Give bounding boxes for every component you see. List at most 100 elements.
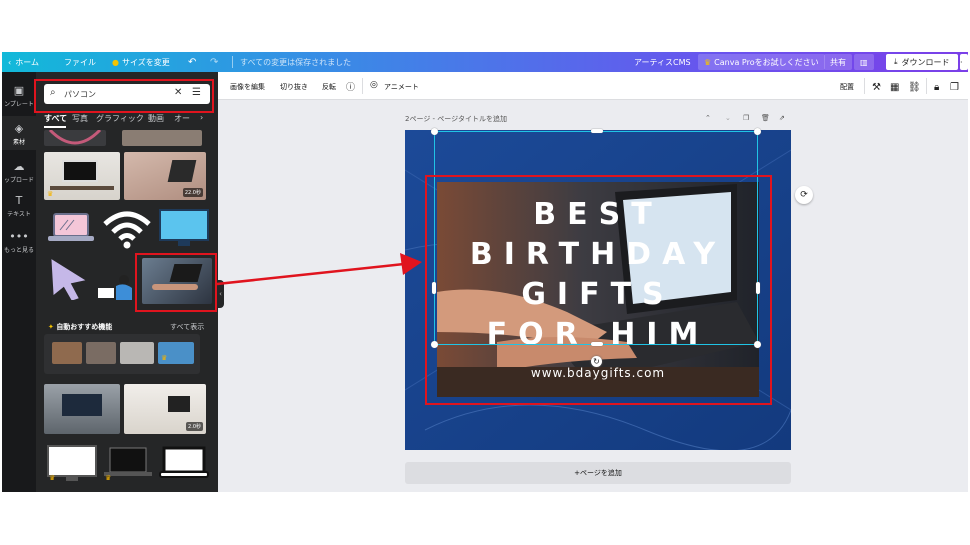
chevron-left-icon: ‹ xyxy=(8,57,12,67)
duration-badge: 2.0秒 xyxy=(186,422,203,431)
try-pro-button[interactable]: ♛ Canva Proをお試しください xyxy=(698,54,825,70)
laptop-illustration xyxy=(48,213,94,241)
person-illustration xyxy=(98,275,132,300)
tab-graphics[interactable]: グラフィック xyxy=(96,113,144,124)
video-thumbnail-desk[interactable]: 2.0秒 xyxy=(124,384,206,434)
divider xyxy=(232,56,233,68)
back-home-button[interactable]: ‹ ホーム xyxy=(8,52,39,72)
link-icon[interactable]: ⛓ xyxy=(908,82,921,93)
info-icon[interactable]: ⓘ xyxy=(346,80,355,93)
laptop-graphic xyxy=(168,396,190,412)
laptop-white-graphic[interactable] xyxy=(158,444,210,484)
person-laptop-graphic[interactable] xyxy=(92,270,138,302)
cursor-icon xyxy=(51,259,86,300)
text-icon: T xyxy=(15,194,23,207)
rail-item-uploads[interactable]: ☁ ップロード xyxy=(2,160,36,184)
share-button[interactable]: 共有 xyxy=(824,54,852,70)
chevron-right-icon[interactable]: › xyxy=(200,113,203,122)
annotation-search-highlight xyxy=(34,79,214,113)
rail-item-templates[interactable]: ▣ ンプレート xyxy=(2,84,36,108)
redo-icon[interactable]: ↷ xyxy=(210,52,218,72)
tab-videos[interactable]: 動画 xyxy=(148,113,164,124)
animate-icon: ◎ xyxy=(370,80,378,90)
monitor-white-graphic[interactable]: ♛ xyxy=(46,444,98,484)
tab-photos[interactable]: 写真 xyxy=(72,113,88,124)
undo-icon[interactable]: ↶ xyxy=(188,52,196,72)
resize-handle[interactable] xyxy=(591,129,603,133)
divider xyxy=(926,78,927,94)
photo-thumbnail[interactable] xyxy=(122,130,202,146)
transparency-icon[interactable]: ▦ xyxy=(890,82,899,93)
file-menu[interactable]: ファイル xyxy=(64,52,96,72)
add-page-icon[interactable]: ⇗ xyxy=(779,114,785,122)
arrange-button[interactable]: 配置 xyxy=(840,82,854,92)
active-tab-indicator xyxy=(44,126,66,128)
cursor-graphic[interactable] xyxy=(46,258,90,300)
analytics-icon[interactable]: ▥ xyxy=(854,54,874,70)
feature-thumbnail[interactable] xyxy=(120,342,154,364)
download-label: ダウンロード xyxy=(901,57,950,67)
laptop-illustration xyxy=(159,446,209,478)
crown-icon: ● xyxy=(112,57,119,67)
rail-label: テキスト xyxy=(7,211,31,218)
wifi-graphic[interactable] xyxy=(100,208,154,250)
graphic-thumbnail[interactable] xyxy=(44,130,106,146)
context-toolbar: 画像を編集 切り抜き 反転 ⓘ ◎ アニメート 配置 ⚒ ▦ ⛓ 🔒︎ ❐ xyxy=(218,72,968,100)
animate-button[interactable]: アニメート xyxy=(384,82,419,92)
elements-icon: ◈ xyxy=(14,122,24,135)
resize-button[interactable]: ● サイズを変更 xyxy=(112,52,170,72)
feature-thumbnail[interactable] xyxy=(86,342,116,364)
crown-icon: ♛ xyxy=(105,474,112,482)
laptop-black-graphic[interactable]: ♛ xyxy=(102,444,154,484)
edit-image-button[interactable]: 画像を編集 xyxy=(230,82,265,92)
tab-audio[interactable]: オー xyxy=(174,113,190,124)
video-thumbnail-laptop[interactable]: 22.0秒 xyxy=(124,152,206,200)
rail-label: ップロード xyxy=(3,177,34,184)
rail-item-more[interactable]: ••• もっと見る xyxy=(2,230,36,254)
page-header: 2ページ - ページタイトルを追加 ⌃ ⌄ ❐ 🗑︎ ⇗ xyxy=(405,114,791,126)
screen-graphic xyxy=(62,394,102,416)
crop-button[interactable]: 切り抜き xyxy=(280,82,308,92)
crown-icon: ♛ xyxy=(161,354,168,362)
artist-cms-link[interactable]: アーティスCMS xyxy=(634,52,691,72)
rail-label: もっと見る xyxy=(3,247,34,254)
collapse-panel-button[interactable]: ‹ xyxy=(217,280,224,308)
chevron-up-icon[interactable]: ⌃ xyxy=(705,114,711,122)
monitor-graphic-thumbnail[interactable] xyxy=(158,208,210,250)
laptop-graphic xyxy=(167,160,197,182)
resize-handle[interactable] xyxy=(431,128,438,135)
chevron-down-icon[interactable]: ⌄ xyxy=(725,114,731,122)
duplicate-icon[interactable]: ❐ xyxy=(950,82,959,93)
photo-thumbnail-workspace[interactable] xyxy=(44,384,120,434)
page-title[interactable]: 2ページ - ページタイトルを追加 xyxy=(405,114,507,124)
add-page-button[interactable]: +ページを追加 xyxy=(405,462,791,484)
lock-icon[interactable]: 🔒︎ xyxy=(934,82,939,93)
graphic-thumbnail-laptop[interactable] xyxy=(46,208,96,248)
monitor-illustration xyxy=(159,209,209,246)
flip-button[interactable]: 反転 xyxy=(322,82,336,92)
more-options-button[interactable]: · xyxy=(960,54,968,70)
rail-item-elements[interactable]: ◈ 素材 xyxy=(2,116,36,150)
paint-roller-icon[interactable]: ⚒ xyxy=(872,82,881,93)
resize-handle[interactable] xyxy=(754,128,761,135)
try-pro-label: Canva Proをお試しください xyxy=(714,57,819,67)
photo-thumbnail-desk[interactable]: ♛ xyxy=(44,152,120,200)
rail-label: ンプレート xyxy=(4,101,34,108)
feature-row: ♛ xyxy=(44,334,200,374)
feature-thumbnail[interactable]: ♛ xyxy=(158,342,194,364)
annotation-canvas-highlight xyxy=(425,175,772,405)
monitor-graphic xyxy=(62,160,98,182)
see-all-link[interactable]: すべて表示 xyxy=(170,322,204,332)
left-rail: ▣ ンプレート ◈ 素材 ☁ ップロード T テキスト ••• もっと見る xyxy=(2,72,36,492)
delete-page-icon[interactable]: 🗑︎ xyxy=(761,114,770,122)
refresh-icon[interactable]: ⟳ xyxy=(795,186,813,204)
download-button[interactable]: ⤓ ダウンロード xyxy=(886,54,958,70)
divider xyxy=(362,78,363,94)
rail-item-text[interactable]: T テキスト xyxy=(2,194,36,218)
duration-badge: 22.0秒 xyxy=(182,188,203,197)
feature-thumbnail[interactable] xyxy=(52,342,82,364)
section-title: ✦ 自動おすすめ機能 xyxy=(48,322,112,332)
copy-page-icon[interactable]: ❐ xyxy=(743,114,749,122)
crown-icon: ♛ xyxy=(704,57,712,67)
tab-all[interactable]: すべて xyxy=(44,113,67,124)
